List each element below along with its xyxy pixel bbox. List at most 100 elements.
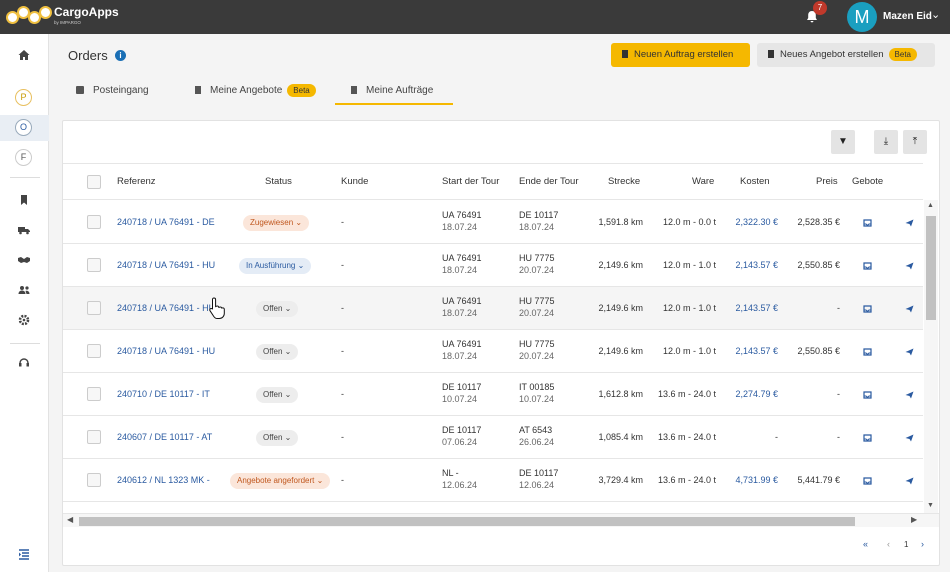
send-icon[interactable] [905,348,914,356]
inbox-icon[interactable] [863,219,872,227]
vertical-scroll-thumb[interactable] [926,216,936,320]
order-reference-link[interactable]: 240718 / UA 76491 - HU [117,303,219,313]
kosten-cell[interactable]: 2,322.30 € [735,217,778,227]
order-reference-link[interactable]: 240612 / NL 1323 MK - [117,475,219,485]
bookmark-icon[interactable] [17,193,31,207]
row-checkbox[interactable] [87,430,101,444]
inbox-icon[interactable] [863,391,872,399]
table-row[interactable]: 240718 / UA 76491 - HU In Ausführung ⌄ -… [63,244,923,287]
table-row[interactable]: 240710 / DE 10117 - IT Offen ⌄ - DE 1011… [63,373,923,416]
home-icon[interactable] [17,48,31,62]
header-referenz[interactable]: Referenz [117,164,156,200]
collapse-menu-icon[interactable] [17,547,31,561]
status-label: Angebote angefordert [237,476,315,485]
send-icon[interactable] [905,477,914,485]
status-badge[interactable]: Offen ⌄ [256,344,299,360]
gear-icon[interactable] [17,313,31,327]
kosten-cell[interactable]: 2,143.57 € [735,346,778,356]
header-kosten[interactable]: Kosten [740,164,770,200]
upload-button[interactable]: ⤒ [903,130,927,154]
handshake-icon[interactable] [17,253,31,267]
headset-icon[interactable] [17,356,31,370]
table-row[interactable]: 240607 / DE 10117 - AT Offen ⌄ - DE 1011… [63,416,923,459]
sidebar-item-o[interactable]: O [15,119,32,136]
scroll-up-icon[interactable]: ▲ [927,202,934,209]
kosten-cell[interactable]: 2,143.57 € [735,303,778,313]
send-icon[interactable] [905,391,914,399]
order-reference-link[interactable]: 240718 / UA 76491 - DE [117,217,219,227]
kosten-cell[interactable]: 4,731.99 € [735,475,778,485]
new-order-button[interactable]: Neuen Auftrag erstellen [611,43,750,67]
table-row[interactable]: 240718 / UA 76491 - HU Offen ⌄ - UA 7649… [63,287,923,330]
table-row[interactable]: 240718 / UA 76491 - DE Zugewiesen ⌄ - UA… [63,201,923,244]
info-icon[interactable]: i [115,50,126,61]
status-badge[interactable]: In Ausführung ⌄ [239,258,312,274]
inbox-icon[interactable] [863,348,872,356]
send-icon[interactable] [905,305,914,313]
inbox-icon[interactable] [863,262,872,270]
download-button[interactable]: ⤓ [874,130,898,154]
next-page-icon[interactable]: › [921,539,924,549]
send-icon[interactable] [905,434,914,442]
sidebar-item-p[interactable]: P [15,89,32,106]
chevron-down-icon[interactable]: ⌄ [931,8,940,21]
kosten-cell[interactable]: 2,143.57 € [735,260,778,270]
start-date: 18.07.24 [442,265,478,275]
send-icon[interactable] [905,219,914,227]
prev-page-icon[interactable]: ‹ [887,539,890,549]
status-badge[interactable]: Offen ⌄ [256,430,299,446]
status-badge[interactable]: Angebote angefordert ⌄ [230,473,331,489]
user-name[interactable]: Mazen Eid [883,11,932,22]
inbox-icon[interactable] [863,305,872,313]
avatar[interactable]: M [847,2,877,32]
start-cell: UA 76491 18.07.24 [442,295,482,319]
status-badge[interactable]: Offen ⌄ [256,387,299,403]
scroll-right-icon[interactable]: ▶ [911,515,917,524]
header-preis[interactable]: Preis [816,164,838,200]
select-all-checkbox[interactable] [87,175,101,189]
send-icon[interactable] [905,262,914,270]
first-page-icon[interactable]: « [863,539,868,549]
page-number[interactable]: 1 [904,540,908,549]
scroll-left-icon[interactable]: ◀ [67,515,73,524]
horizontal-scroll-thumb[interactable] [79,517,855,526]
order-reference-link[interactable]: 240718 / UA 76491 - HU [117,260,219,270]
header-strecke[interactable]: Strecke [608,164,640,200]
new-offer-button[interactable]: Neues Angebot erstellen Beta [757,43,935,67]
document-icon [622,50,628,58]
header-status[interactable]: Status [265,164,292,200]
order-reference-link[interactable]: 240718 / UA 76491 - HU [117,346,219,356]
sidebar-item-f[interactable]: F [15,149,32,166]
inbox-icon[interactable] [863,434,872,442]
header-start[interactable]: Start der Tour [442,164,499,200]
order-reference-link[interactable]: 240710 / DE 10117 - IT [117,389,219,399]
tab-meine-auftraege[interactable]: Meine Aufträge [335,79,453,105]
status-badge[interactable]: Zugewiesen ⌄ [243,215,310,231]
row-checkbox[interactable] [87,215,101,229]
row-checkbox[interactable] [87,344,101,358]
tab-posteingang[interactable]: Posteingang [76,79,186,105]
table-row[interactable]: 240718 / UA 76491 - HU Offen ⌄ - UA 7649… [63,330,923,373]
row-checkbox[interactable] [87,473,101,487]
row-checkbox[interactable] [87,387,101,401]
row-checkbox[interactable] [87,301,101,315]
header-ware[interactable]: Ware [692,164,714,200]
filter-button[interactable]: ▼ [831,130,855,154]
end-location: IT 00185 [519,382,555,392]
header-ende[interactable]: Ende der Tour [519,164,579,200]
row-checkbox[interactable] [87,258,101,272]
truck-icon[interactable] [17,223,31,237]
header-gebote[interactable]: Gebote [852,164,883,200]
inbox-icon[interactable] [863,477,872,485]
users-icon[interactable] [17,283,31,297]
header-kunde[interactable]: Kunde [341,164,368,200]
scroll-down-icon[interactable]: ▼ [927,502,934,509]
cargoapps-logo[interactable] [6,4,52,30]
vertical-scrollbar[interactable]: ▲ ▼ [924,200,938,513]
tab-meine-angebote[interactable]: Meine Angebote Beta [195,79,335,105]
horizontal-scrollbar[interactable]: ◀ ▶ [63,513,939,527]
kosten-cell[interactable]: 2,274.79 € [735,389,778,399]
table-row[interactable]: 240612 / NL 1323 MK - Angebote angeforde… [63,459,923,502]
order-reference-link[interactable]: 240607 / DE 10117 - AT [117,432,219,442]
status-badge[interactable]: Offen ⌄ [256,301,299,317]
